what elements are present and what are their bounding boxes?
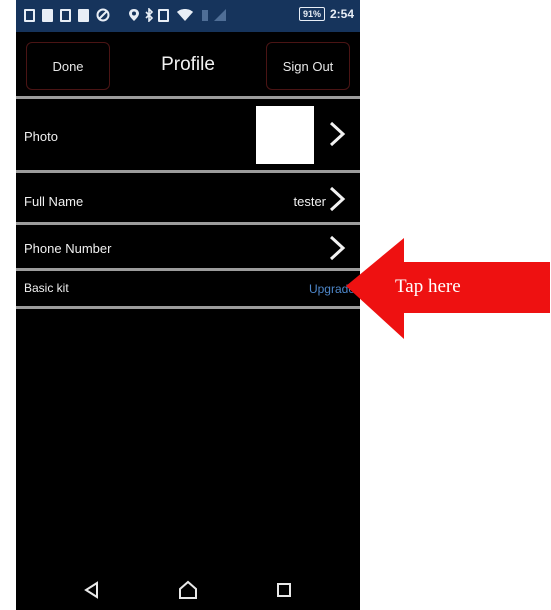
notification-icon [24,8,35,22]
do-not-disturb-icon [96,8,110,22]
full-name-value: tester [293,194,326,209]
back-triangle-icon[interactable] [80,578,104,602]
wifi-icon [176,8,194,22]
mail-icon [60,8,71,22]
photo-icon [78,8,89,22]
signal-icon [200,8,230,22]
bluetooth-icon [144,8,154,22]
facebook-icon [42,8,53,22]
photo-label: Photo [24,129,58,144]
header-bar: Done Profile Sign Out [16,32,360,96]
status-bar: 91% 2:54 [16,0,360,32]
nfc-icon [158,8,169,22]
recents-square-icon[interactable] [272,578,296,602]
phone-number-row[interactable]: Phone Number [16,222,360,268]
location-icon [128,8,140,22]
basic-kit-row: Basic kit Upgrade [16,268,360,306]
profile-photo[interactable] [256,106,314,164]
phone-number-label: Phone Number [24,241,112,256]
sign-out-button[interactable]: Sign Out [266,42,350,90]
photo-row[interactable]: Photo [16,96,360,170]
full-name-label: Full Name [24,194,84,209]
battery-indicator: 91% [298,7,325,21]
clock: 2:54 [329,7,354,21]
status-bar-right: 91% 2:54 [298,7,354,21]
navigation-bar [16,570,360,610]
callout-text: Tap here [395,276,461,297]
full-name-row[interactable]: Full Name tester [16,170,360,222]
divider [16,306,360,309]
chevron-right-icon[interactable] [328,186,346,212]
home-icon[interactable] [176,578,200,602]
basic-kit-label: Basic kit [24,281,69,295]
phone-screen: 91% 2:54 Done Profile Sign Out Photo Ful… [16,0,360,610]
chevron-right-icon[interactable] [328,121,346,147]
